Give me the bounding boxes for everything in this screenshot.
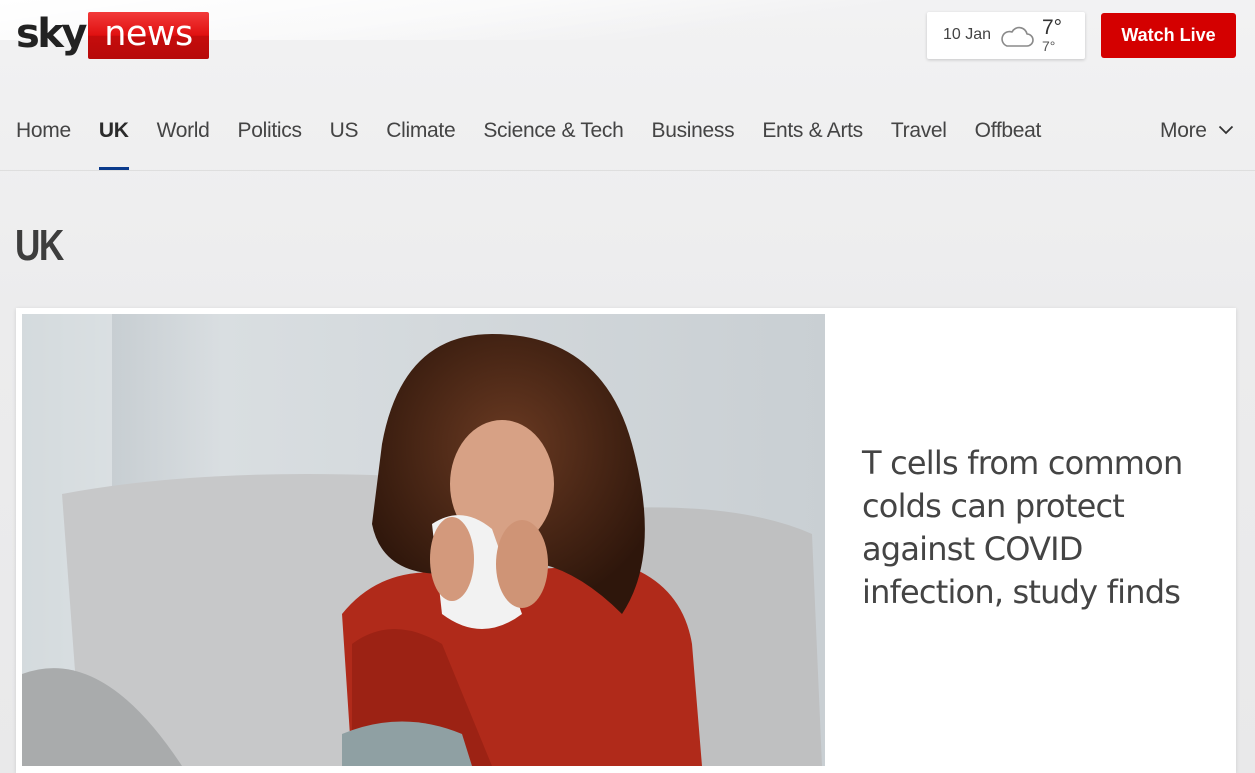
nav-item-uk[interactable]: UK (98, 92, 129, 170)
nav-item-politics[interactable]: Politics (238, 92, 302, 170)
hero-image[interactable] (22, 314, 825, 766)
logo-sky-text: sky (16, 10, 87, 57)
nav-more-button[interactable]: More (1160, 92, 1234, 170)
nav-more-label: More (1160, 119, 1207, 142)
weather-widget[interactable]: 10 Jan 7° 7° (927, 12, 1085, 59)
weather-date: 10 Jan (943, 26, 992, 43)
nav-item-travel[interactable]: Travel (891, 92, 947, 170)
weather-temperatures: 7° 7° (1042, 16, 1072, 54)
temperature-low: 7° (1042, 38, 1056, 54)
nav-divider (0, 170, 1255, 171)
chevron-down-icon (1219, 125, 1234, 135)
nav-item-science-tech[interactable]: Science & Tech (483, 92, 623, 170)
cloud-icon (999, 24, 1035, 50)
nav-item-us[interactable]: US (330, 92, 359, 170)
logo-news-text: news (87, 12, 209, 59)
nav-list: Home UK World Politics US Climate Science & Te… (16, 92, 1069, 170)
hero-headline[interactable]: T cells from common colds can protect ag… (862, 442, 1212, 614)
page-title: UK (15, 221, 64, 270)
hero-story-card[interactable]: T cells from common colds can protect ag… (16, 308, 1236, 773)
nav-item-ents-arts[interactable]: Ents & Arts (762, 92, 863, 170)
temperature-high: 7° (1042, 16, 1063, 39)
watch-live-button[interactable]: Watch Live (1101, 13, 1236, 58)
nav-item-home[interactable]: Home (16, 92, 71, 170)
sky-news-logo[interactable]: sky news (16, 12, 209, 59)
main-navigation: Home UK World Politics US Climate Science & Te… (0, 92, 1255, 170)
nav-item-climate[interactable]: Climate (386, 92, 455, 170)
nav-item-world[interactable]: World (157, 92, 210, 170)
site-header: sky news 10 Jan 7° 7° Watch Live (0, 0, 1255, 80)
nav-item-business[interactable]: Business (652, 92, 735, 170)
nav-item-offbeat[interactable]: Offbeat (975, 92, 1042, 170)
